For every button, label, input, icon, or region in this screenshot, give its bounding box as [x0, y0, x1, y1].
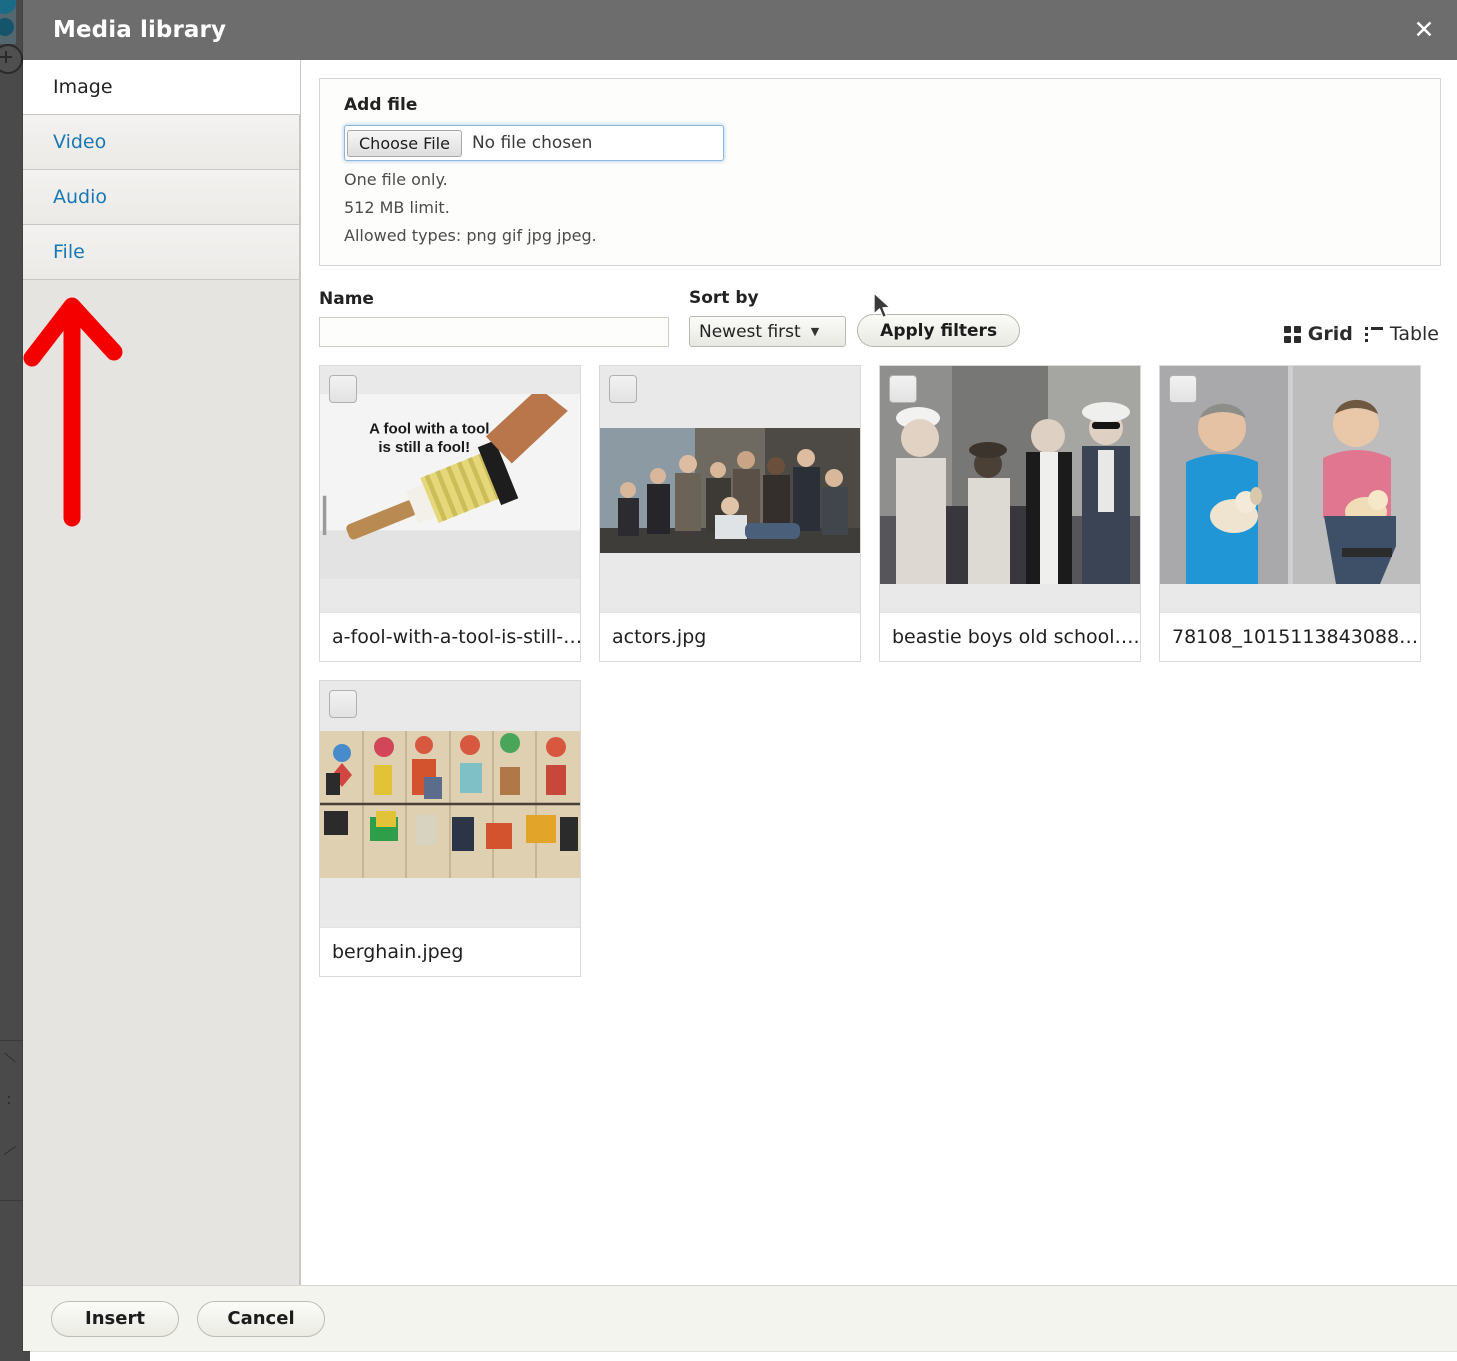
- thumbnail-image-beastie-boys: [880, 366, 1140, 584]
- thumbnail-image-actors-group: [600, 428, 860, 553]
- dialog-title: Media library: [53, 17, 227, 43]
- grid-view-icon: [1283, 325, 1301, 343]
- media-select-checkbox[interactable]: [609, 375, 637, 403]
- background-tool-mark: [4, 1052, 16, 1063]
- add-file-hint-one-file: One file only.: [344, 170, 448, 189]
- table-view-icon: [1364, 326, 1383, 342]
- choose-file-button[interactable]: Choose File: [347, 129, 462, 157]
- cancel-button[interactable]: Cancel: [197, 1300, 325, 1337]
- file-upload-field[interactable]: Choose File No file chosen: [344, 125, 724, 161]
- name-filter-input[interactable]: [319, 317, 669, 347]
- filter-bar: Name Sort by Newest first ▼ Apply filter…: [319, 288, 1441, 347]
- dialog-body: Image Video Audio File Add file Choose F…: [23, 60, 1457, 1285]
- sidebar-filler: [23, 280, 300, 1285]
- sidebar-item-label: Video: [53, 131, 107, 153]
- media-grid: A fool with a tool is still a fool! a-fo…: [319, 365, 1441, 977]
- thumbnail-image-fool-with-a-tool: A fool with a tool is still a fool!: [320, 394, 580, 579]
- media-card[interactable]: beastie boys old school….: [879, 365, 1141, 662]
- sidebar-item-audio[interactable]: Audio: [23, 170, 300, 225]
- media-thumbnail: [1160, 366, 1420, 612]
- media-library-dialog: Media library ✕ Image Video Audio File A…: [23, 0, 1457, 1351]
- dialog-footer: Insert Cancel: [23, 1285, 1457, 1351]
- media-type-tablist: Image Video Audio File: [23, 60, 301, 1285]
- media-filename: actors.jpg: [600, 612, 860, 661]
- add-file-hint-allowed-types: Allowed types: png gif jpg jpeg.: [344, 226, 597, 245]
- media-select-checkbox[interactable]: [329, 690, 357, 718]
- apply-filters-button[interactable]: Apply filters: [857, 314, 1021, 347]
- media-select-checkbox[interactable]: [889, 375, 917, 403]
- media-select-checkbox[interactable]: [329, 375, 357, 403]
- background-dots-icon: [8, 1096, 10, 1098]
- chevron-down-icon: ▼: [810, 325, 820, 338]
- view-mode-grid-label: Grid: [1307, 323, 1353, 345]
- svg-text:is still a fool!: is still a fool!: [378, 439, 470, 456]
- file-status-text: No file chosen: [471, 133, 593, 153]
- media-filename: a-fool-with-a-tool-is-still-…: [320, 612, 580, 661]
- view-mode-table-label: Table: [1389, 323, 1439, 345]
- sidebar-item-label: File: [53, 241, 85, 263]
- add-file-panel: Add file Choose File No file chosen One …: [319, 78, 1441, 266]
- media-card[interactable]: A fool with a tool is still a fool! a-fo…: [319, 365, 581, 662]
- view-mode-toggle: Grid Table: [1283, 323, 1439, 345]
- close-icon[interactable]: ✕: [1407, 13, 1441, 47]
- add-file-hint-size-limit: 512 MB limit.: [344, 198, 450, 217]
- view-mode-grid[interactable]: Grid: [1283, 323, 1353, 345]
- media-thumbnail: A fool with a tool is still a fool!: [320, 366, 580, 612]
- insert-button[interactable]: Insert: [51, 1300, 179, 1337]
- media-library-main: Add file Choose File No file chosen One …: [301, 60, 1457, 1285]
- view-mode-table[interactable]: Table: [1364, 323, 1439, 345]
- media-card[interactable]: actors.jpg: [599, 365, 861, 662]
- sort-by-block: Sort by Newest first ▼: [689, 288, 847, 347]
- media-thumbnail: [600, 366, 860, 612]
- name-filter-label: Name: [319, 289, 374, 309]
- name-filter-block: Name: [319, 289, 669, 347]
- media-select-checkbox[interactable]: [1169, 375, 1197, 403]
- svg-text:A fool with a tool: A fool with a tool: [369, 420, 489, 437]
- media-thumbnail: [880, 366, 1140, 612]
- media-card[interactable]: 78108_1015113843088…: [1159, 365, 1421, 662]
- media-card[interactable]: berghain.jpeg: [319, 680, 581, 977]
- sidebar-item-image[interactable]: Image: [23, 60, 300, 115]
- background-tool-mark-2: [3, 1146, 17, 1155]
- add-file-label: Add file: [344, 95, 418, 115]
- sidebar-item-label: Audio: [53, 186, 108, 208]
- sidebar-item-label: Image: [53, 76, 113, 98]
- dialog-header: Media library ✕: [23, 0, 1457, 60]
- sort-by-select[interactable]: Newest first ▼: [689, 316, 847, 347]
- sort-by-value: Newest first: [699, 321, 801, 342]
- thumbnail-image-men-with-puppies: [1160, 366, 1420, 584]
- media-filename: berghain.jpeg: [320, 927, 580, 976]
- thumbnail-image-berghain-collage: [320, 731, 580, 878]
- add-circle-icon: [0, 44, 23, 74]
- sidebar-item-file[interactable]: File: [23, 225, 300, 280]
- media-thumbnail: [320, 681, 580, 927]
- media-filename: 78108_1015113843088…: [1160, 612, 1420, 661]
- sidebar-item-video[interactable]: Video: [23, 115, 300, 170]
- media-filename: beastie boys old school….: [880, 612, 1140, 661]
- sort-by-label: Sort by: [689, 288, 759, 308]
